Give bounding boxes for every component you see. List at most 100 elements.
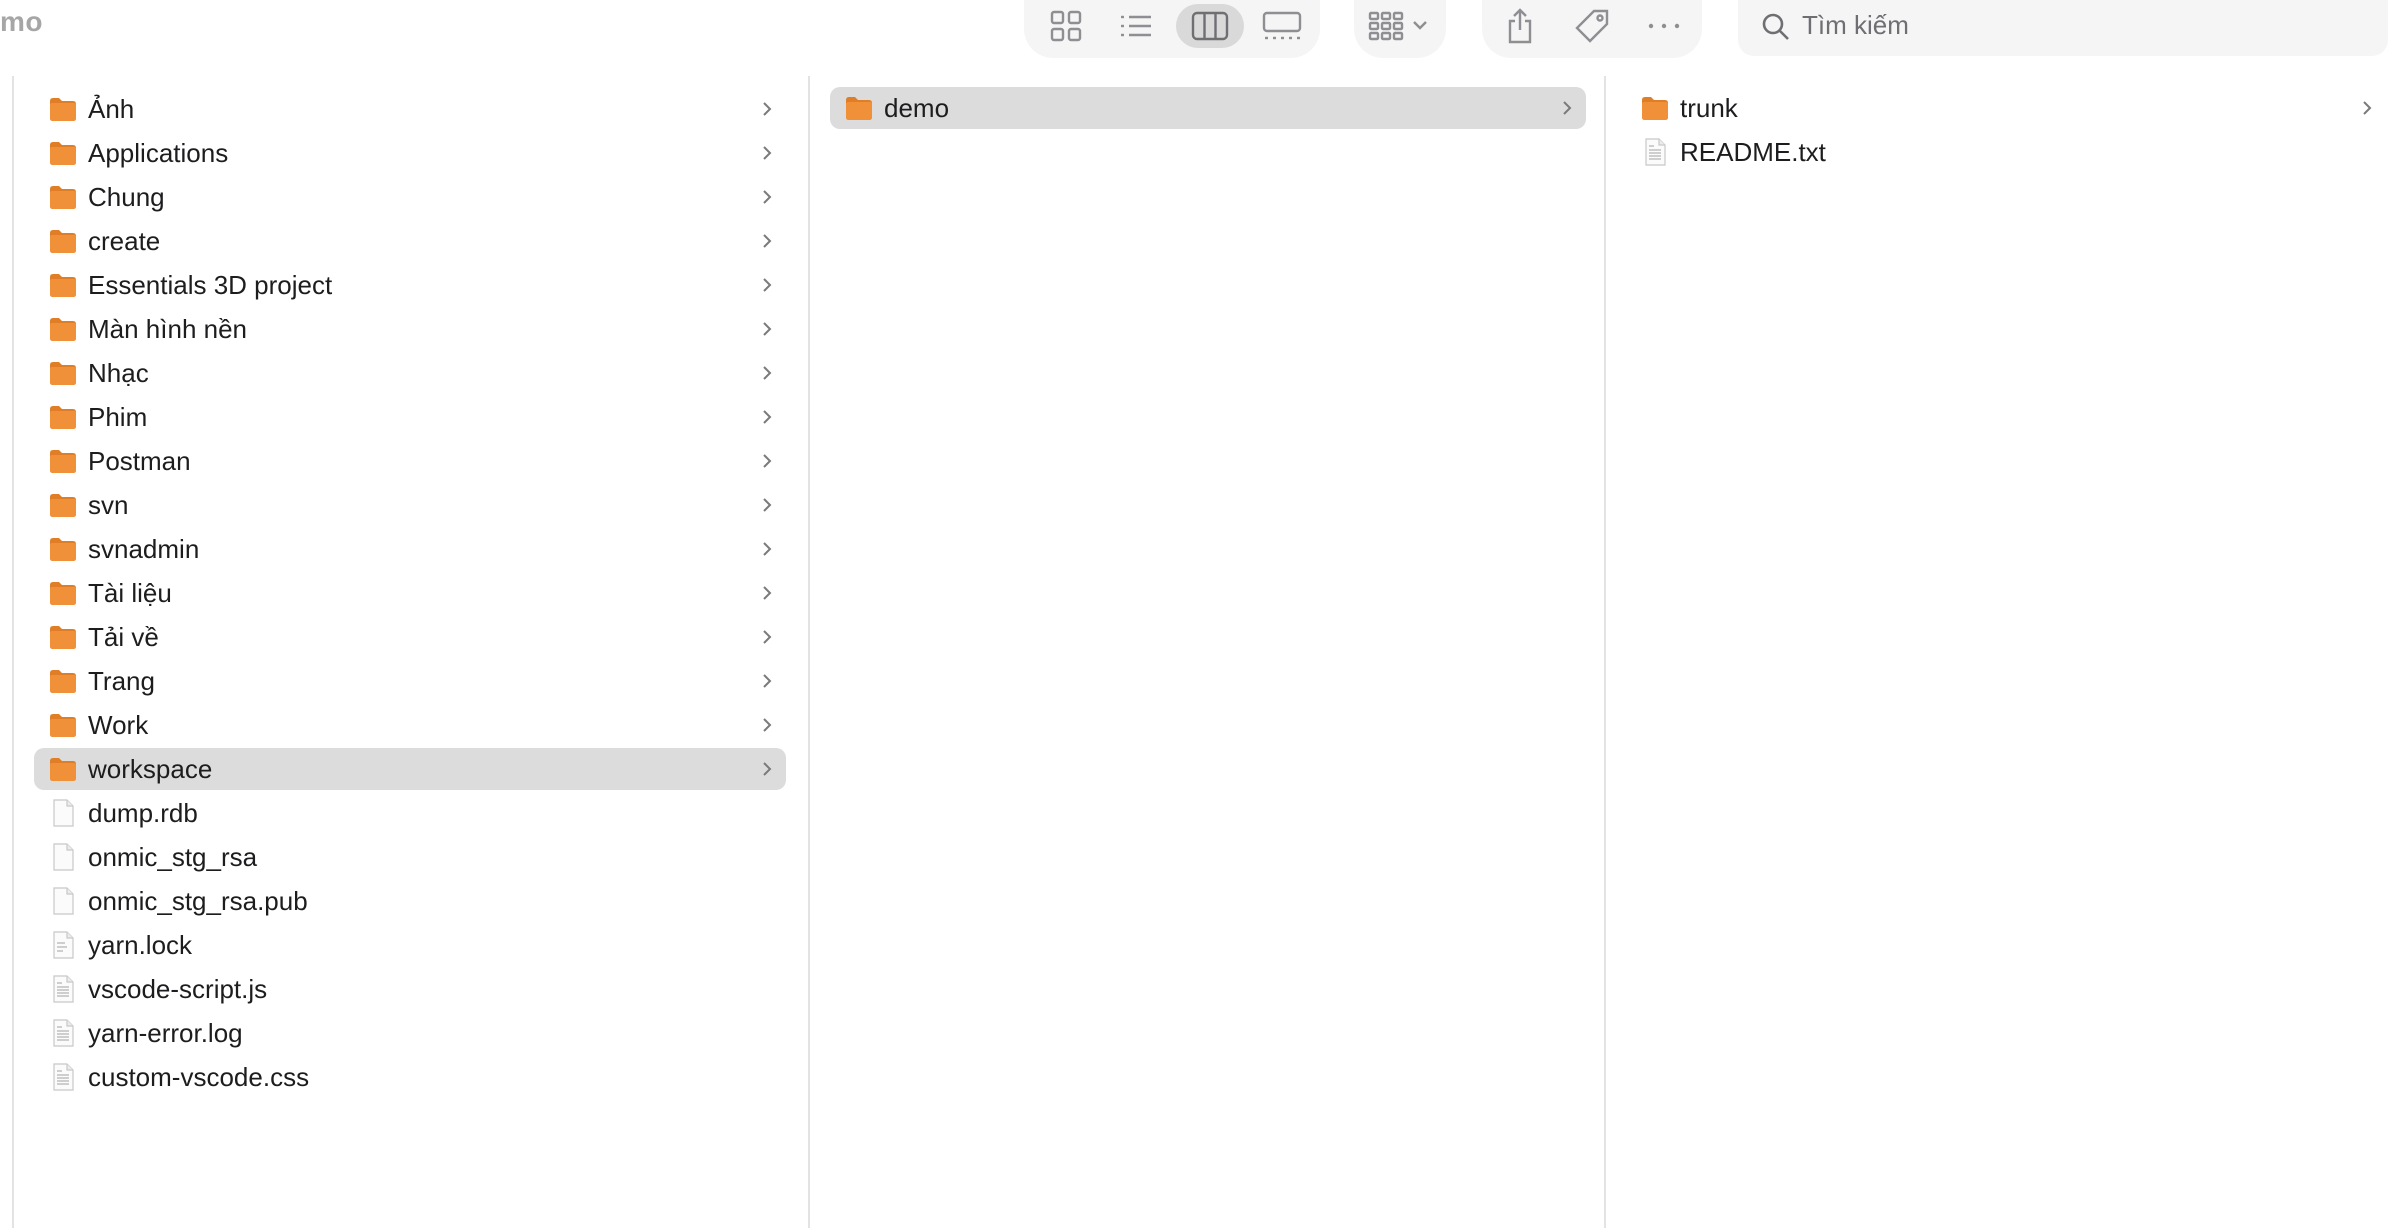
folder-icon [48,358,78,388]
item-name: onmic_stg_rsa [88,841,258,872]
chevron-right-icon [758,535,776,563]
chevron-right-icon [758,491,776,519]
chevron-right-icon [758,95,776,123]
folder-icon [48,534,78,564]
gallery-view-button[interactable] [1248,4,1316,48]
folder-icon [48,446,78,476]
document-icon [48,1018,78,1048]
list-view-icon [1121,15,1151,37]
share-icon [1508,8,1532,44]
folder-icon [844,93,874,123]
chevron-right-icon [758,315,776,343]
icon-view-button[interactable] [1032,4,1100,48]
item-name: Applications [88,137,229,168]
item-name: yarn-error.log [88,1017,243,1048]
folder-row[interactable]: Postman [34,440,786,482]
document-icon [48,842,78,872]
folder-icon [48,94,78,124]
tag-button[interactable] [1558,4,1626,48]
chevron-right-icon [758,271,776,299]
folder-row[interactable]: Chung [34,176,786,218]
group-by-control [1354,0,1446,58]
share-button[interactable] [1486,4,1554,48]
folder-icon [48,754,78,784]
column-workspace: demo [810,76,1604,1228]
item-name: Chung [88,181,165,212]
item-name: vscode-script.js [88,973,268,1004]
folder-icon [1640,93,1670,123]
document-icon [48,1062,78,1092]
file-row[interactable]: yarn.lock [34,924,786,966]
item-name: dump.rdb [88,797,198,828]
file-row[interactable]: dump.rdb [34,792,786,834]
column-view-icon [1191,11,1229,41]
search-placeholder: Tìm kiếm [1802,10,1909,40]
folder-row[interactable]: Nhạc [34,352,786,394]
document-icon [1640,137,1670,167]
chevron-right-icon [758,183,776,211]
folder-row[interactable]: Màn hình nền [34,308,786,350]
item-name: Postman [88,445,191,476]
column-home: Ảnh Applications Chung create Essentials 3D … [14,76,808,1228]
file-row[interactable]: onmic_stg_rsa [34,836,786,878]
view-switcher [1024,0,1320,58]
file-row[interactable]: onmic_stg_rsa.pub [34,880,786,922]
item-name: Ảnh [88,93,135,124]
list-view-button[interactable] [1102,4,1170,48]
toolbar: mo Tìm kiếm [0,0,2404,76]
item-name: Trang [88,665,155,696]
window-title: mo [0,6,43,37]
folder-row[interactable]: Tải về [34,616,786,658]
more-button[interactable] [1630,4,1698,48]
group-by-button[interactable] [1356,4,1444,48]
folder-row[interactable]: workspace [34,748,786,790]
folder-row[interactable]: Tài liệu [34,572,786,614]
finder-window: mo Tìm kiếm Ảnh Applications Chung creat… [0,0,2404,1228]
chevron-right-icon [758,711,776,739]
tag-icon [1575,9,1609,43]
group-by-icon [1368,11,1427,41]
folder-row[interactable]: Essentials 3D project [34,264,786,306]
item-name: Tài liệu [88,577,172,608]
folder-row[interactable]: demo [830,87,1586,129]
item-name: Tải về [88,621,159,652]
file-row[interactable]: README.txt [1626,131,2386,173]
icon-view-icon [1050,10,1082,42]
folder-row[interactable]: Phim [34,396,786,438]
item-name: yarn.lock [88,929,193,960]
folder-row[interactable]: trunk [1626,87,2386,129]
more-icon [1648,23,1680,29]
item-name: Essentials 3D project [88,269,333,300]
search-field[interactable]: Tìm kiếm [1738,0,2388,56]
search-icon [1762,13,1789,40]
folder-row[interactable]: Applications [34,132,786,174]
document-icon [48,974,78,1004]
folder-icon [48,578,78,608]
file-row[interactable]: custom-vscode.css [34,1056,786,1098]
gallery-view-icon [1262,11,1302,40]
folder-icon [48,314,78,344]
folder-row[interactable]: Work [34,704,786,746]
item-name: workspace [88,753,213,784]
item-name: svnadmin [88,533,200,564]
chevron-right-icon [758,579,776,607]
column-demo: trunk README.txt [1606,76,2404,1228]
folder-icon [48,622,78,652]
file-row[interactable]: vscode-script.js [34,968,786,1010]
folder-row[interactable]: Ảnh [34,88,786,130]
item-name: Phim [88,401,148,432]
folder-row[interactable]: Trang [34,660,786,702]
folder-icon [48,138,78,168]
item-name: trunk [1680,92,1738,123]
folder-row[interactable]: svnadmin [34,528,786,570]
folder-row[interactable]: create [34,220,786,262]
column-view-button[interactable] [1176,4,1244,48]
item-name: svn [88,489,129,520]
chevron-right-icon [758,667,776,695]
chevron-right-icon [758,227,776,255]
item-name: custom-vscode.css [88,1061,310,1092]
file-row[interactable]: yarn-error.log [34,1012,786,1054]
folder-row[interactable]: svn [34,484,786,526]
chevron-right-icon [758,755,776,783]
item-name: demo [884,92,950,123]
